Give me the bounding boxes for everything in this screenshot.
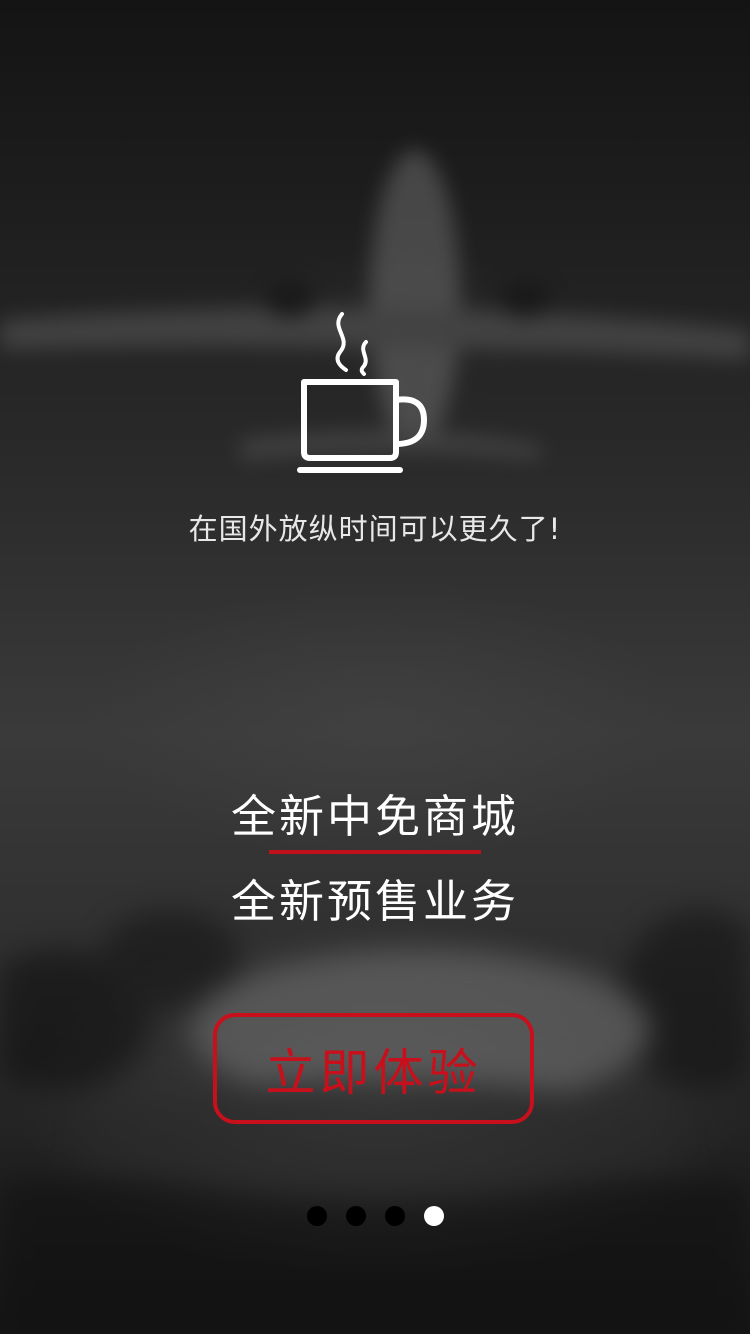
headline-line-1: 全新中免商城 (230, 790, 519, 843)
headline-divider (269, 850, 481, 854)
page-dot-2[interactable] (345, 1206, 366, 1226)
coffee-cup-icon (297, 312, 428, 473)
page-dot-1[interactable] (306, 1206, 327, 1226)
page-dot-3[interactable] (384, 1206, 405, 1226)
tagline-text: 在国外放纵时间可以更久了! (188, 512, 562, 546)
headline-line-2: 全新预售业务 (230, 875, 519, 928)
page-indicator (0, 1206, 750, 1226)
page-dot-4-active[interactable] (423, 1206, 444, 1226)
onboarding-screen: 在国外放纵时间可以更久了! 全新中免商城 全新预售业务 立即体验 (0, 0, 750, 1334)
try-now-button[interactable]: 立即体验 (213, 1013, 534, 1124)
